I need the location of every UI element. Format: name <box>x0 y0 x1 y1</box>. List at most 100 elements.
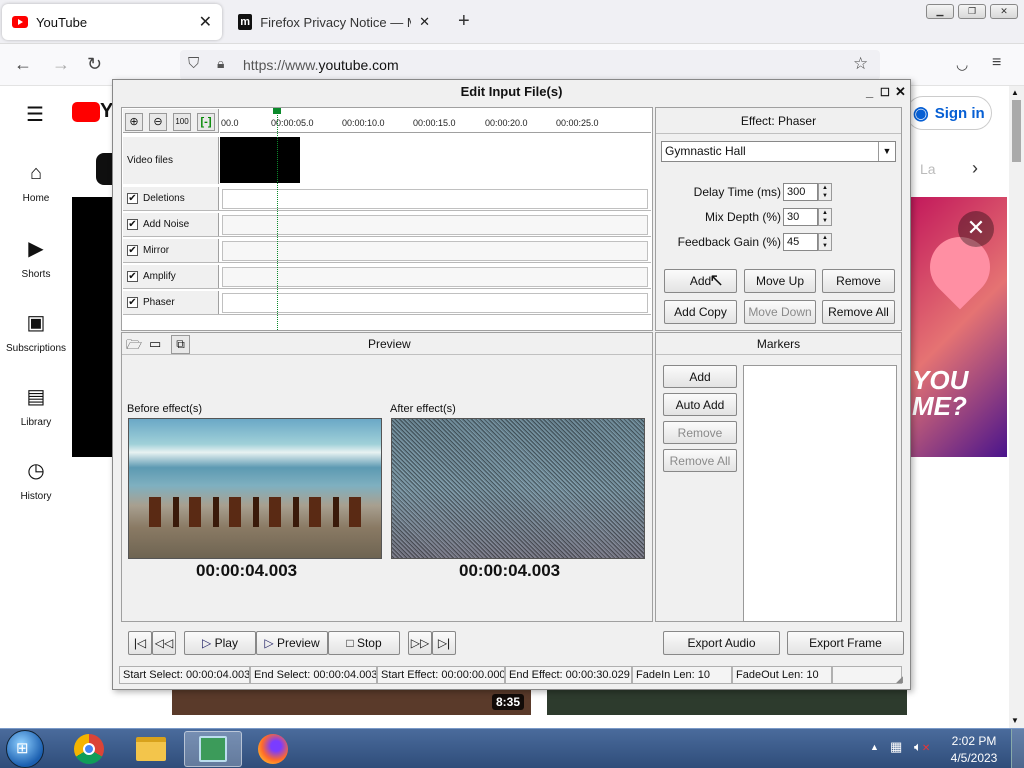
open-folder-icon[interactable]: 🗁︎ <box>126 336 142 358</box>
show-hidden-icons-icon[interactable]: ▲ <box>870 742 879 752</box>
reload-icon[interactable]: ↻ <box>87 54 102 75</box>
chevron-right-icon[interactable]: › <box>972 158 978 179</box>
resize-grip-icon[interactable]: ◢ <box>896 674 903 685</box>
restore-button[interactable]: ❐ <box>958 4 986 19</box>
go-to-start-button[interactable]: |◁ <box>128 631 152 655</box>
forward-icon[interactable]: → <box>52 54 70 75</box>
preview-label: Preview <box>276 636 320 650</box>
zoom-100-icon[interactable]: 100 <box>173 113 191 131</box>
explorer-taskbar-icon[interactable] <box>126 731 176 767</box>
sign-in-button[interactable]: ◉ Sign in <box>906 96 992 130</box>
scroll-up-icon[interactable]: ▲ <box>1011 88 1019 97</box>
bookmark-star-icon[interactable]: ☆ <box>853 54 868 74</box>
show-desktop-button[interactable] <box>1011 729 1024 768</box>
remove-all-effects-button[interactable]: Remove All <box>822 300 895 324</box>
sidebar-item-library[interactable]: ▤ Library <box>0 384 72 428</box>
preset-select[interactable]: Gymnastic Hall <box>661 141 896 162</box>
firefox-taskbar-icon[interactable] <box>248 731 298 767</box>
sidebar-item-shorts[interactable]: ▶ Shorts <box>0 236 72 280</box>
deletions-checkbox[interactable]: ✔ <box>127 193 138 204</box>
fit-selection-icon[interactable]: [-] <box>197 113 215 131</box>
chip-partial[interactable]: La <box>920 161 936 177</box>
chrome-taskbar-icon[interactable] <box>64 731 114 767</box>
window-close-button[interactable]: ✕ <box>990 4 1018 19</box>
mix-depth-spinner[interactable]: ▲ ▼ <box>818 208 832 226</box>
add-marker-button[interactable]: Add <box>663 365 737 388</box>
move-up-button[interactable]: Move Up <box>744 269 816 293</box>
close-tab-icon[interactable]: ✕ <box>199 12 212 32</box>
add-noise-checkbox[interactable]: ✔ <box>127 219 138 230</box>
url-text[interactable]: https://www.youtube.com <box>243 57 399 73</box>
sidebar-item-history[interactable]: ◷ History <box>0 458 72 502</box>
remove-all-markers-button[interactable]: Remove All <box>663 449 737 472</box>
phaser-checkbox[interactable]: ✔ <box>127 297 138 308</box>
track-lane[interactable] <box>222 241 648 261</box>
back-icon[interactable]: ← <box>14 54 32 75</box>
track-lane[interactable] <box>222 189 648 209</box>
track-lane[interactable] <box>222 267 648 287</box>
move-down-button[interactable]: Move Down <box>744 300 816 324</box>
shield-icon[interactable]: ⛉ <box>188 55 199 72</box>
menu-icon[interactable]: ≡ <box>992 54 1001 72</box>
markers-list[interactable] <box>743 365 897 622</box>
stop-button[interactable]: □ Stop <box>328 631 400 655</box>
export-frame-button[interactable]: Export Frame <box>787 631 904 655</box>
single-view-icon[interactable]: ▭ <box>149 336 161 352</box>
playhead-handle[interactable] <box>273 108 281 114</box>
add-effect-button[interactable]: Add <box>664 269 737 293</box>
dialog-maximize-button[interactable]: ☐ <box>880 86 890 99</box>
minimize-button[interactable]: ▁ <box>926 4 954 19</box>
play-icon: ▷ <box>202 636 215 650</box>
auto-add-marker-button[interactable]: Auto Add <box>663 393 737 416</box>
network-icon[interactable]: ▦ <box>890 739 902 755</box>
preview-button[interactable]: ▷ Preview <box>256 631 328 655</box>
video-clip-block[interactable] <box>220 137 300 183</box>
track-name: Phaser <box>143 297 175 308</box>
close-tab-icon[interactable]: ✕ <box>419 14 430 30</box>
feedback-gain-input[interactable]: 45 <box>783 233 818 251</box>
sidebar-item-home[interactable]: ⌂ Home <box>0 162 72 204</box>
lock-icon[interactable]: 🔒︎ <box>217 55 224 72</box>
go-to-end-button[interactable]: ▷| <box>432 631 456 655</box>
video-editor-taskbar-icon[interactable] <box>184 731 242 767</box>
mix-depth-input[interactable]: 30 <box>783 208 818 226</box>
scroll-down-icon[interactable]: ▼ <box>1011 716 1019 725</box>
page-scrollbar[interactable] <box>1009 86 1024 728</box>
start-effect-status: Start Effect: 00:00:00.000 <box>377 666 505 684</box>
track-lane[interactable] <box>222 215 648 235</box>
close-overlay-button[interactable]: ✕ <box>958 211 994 247</box>
new-tab-button[interactable]: + <box>458 10 470 33</box>
video-thumbnail[interactable] <box>172 690 531 715</box>
delay-time-spinner[interactable]: ▲ ▼ <box>818 183 832 201</box>
feedback-gain-spinner[interactable]: ▲ ▼ <box>818 233 832 251</box>
remove-effect-button[interactable]: Remove <box>822 269 895 293</box>
play-button[interactable]: ▷ Play <box>184 631 256 655</box>
mirror-checkbox[interactable]: ✔ <box>127 245 138 256</box>
dialog-minimize-button[interactable]: _ <box>866 84 873 99</box>
chevron-down-icon[interactable]: ▼ <box>878 142 895 161</box>
playhead-marker[interactable] <box>277 110 278 330</box>
youtube-logo-icon[interactable] <box>72 102 100 122</box>
amplify-checkbox[interactable]: ✔ <box>127 271 138 282</box>
export-audio-button[interactable]: Export Audio <box>663 631 780 655</box>
tab-youtube[interactable]: YouTube ✕ <box>2 4 222 40</box>
zoom-out-icon[interactable]: ⊖ <box>149 113 167 131</box>
fast-forward-button[interactable]: ▷▷ <box>408 631 432 655</box>
pocket-icon[interactable]: ◡ <box>956 56 968 73</box>
clock-time[interactable]: 2:02 PM <box>946 734 1002 748</box>
dialog-close-button[interactable]: ✕ <box>895 84 906 100</box>
video-thumbnail[interactable] <box>547 690 907 715</box>
track-lane[interactable] <box>222 293 648 313</box>
split-view-icon[interactable]: ⧉ <box>171 335 190 354</box>
zoom-in-icon[interactable]: ⊕ <box>125 113 143 131</box>
scrollbar-thumb[interactable] <box>1012 100 1021 162</box>
clock-date[interactable]: 4/5/2023 <box>946 751 1002 765</box>
tab-firefox-privacy[interactable]: m Firefox Privacy Notice — Mozilla ✕ <box>228 4 440 40</box>
rewind-button[interactable]: ◁◁ <box>152 631 176 655</box>
add-copy-button[interactable]: Add Copy <box>664 300 737 324</box>
hamburger-menu-icon[interactable]: ☰ <box>26 102 44 127</box>
remove-marker-button[interactable]: Remove <box>663 421 737 444</box>
sidebar-item-subscriptions[interactable]: ▣ Subscriptions <box>0 310 72 354</box>
delay-time-input[interactable]: 300 <box>783 183 818 201</box>
volume-muted-icon[interactable]: 🔈︎✕ <box>914 739 930 755</box>
